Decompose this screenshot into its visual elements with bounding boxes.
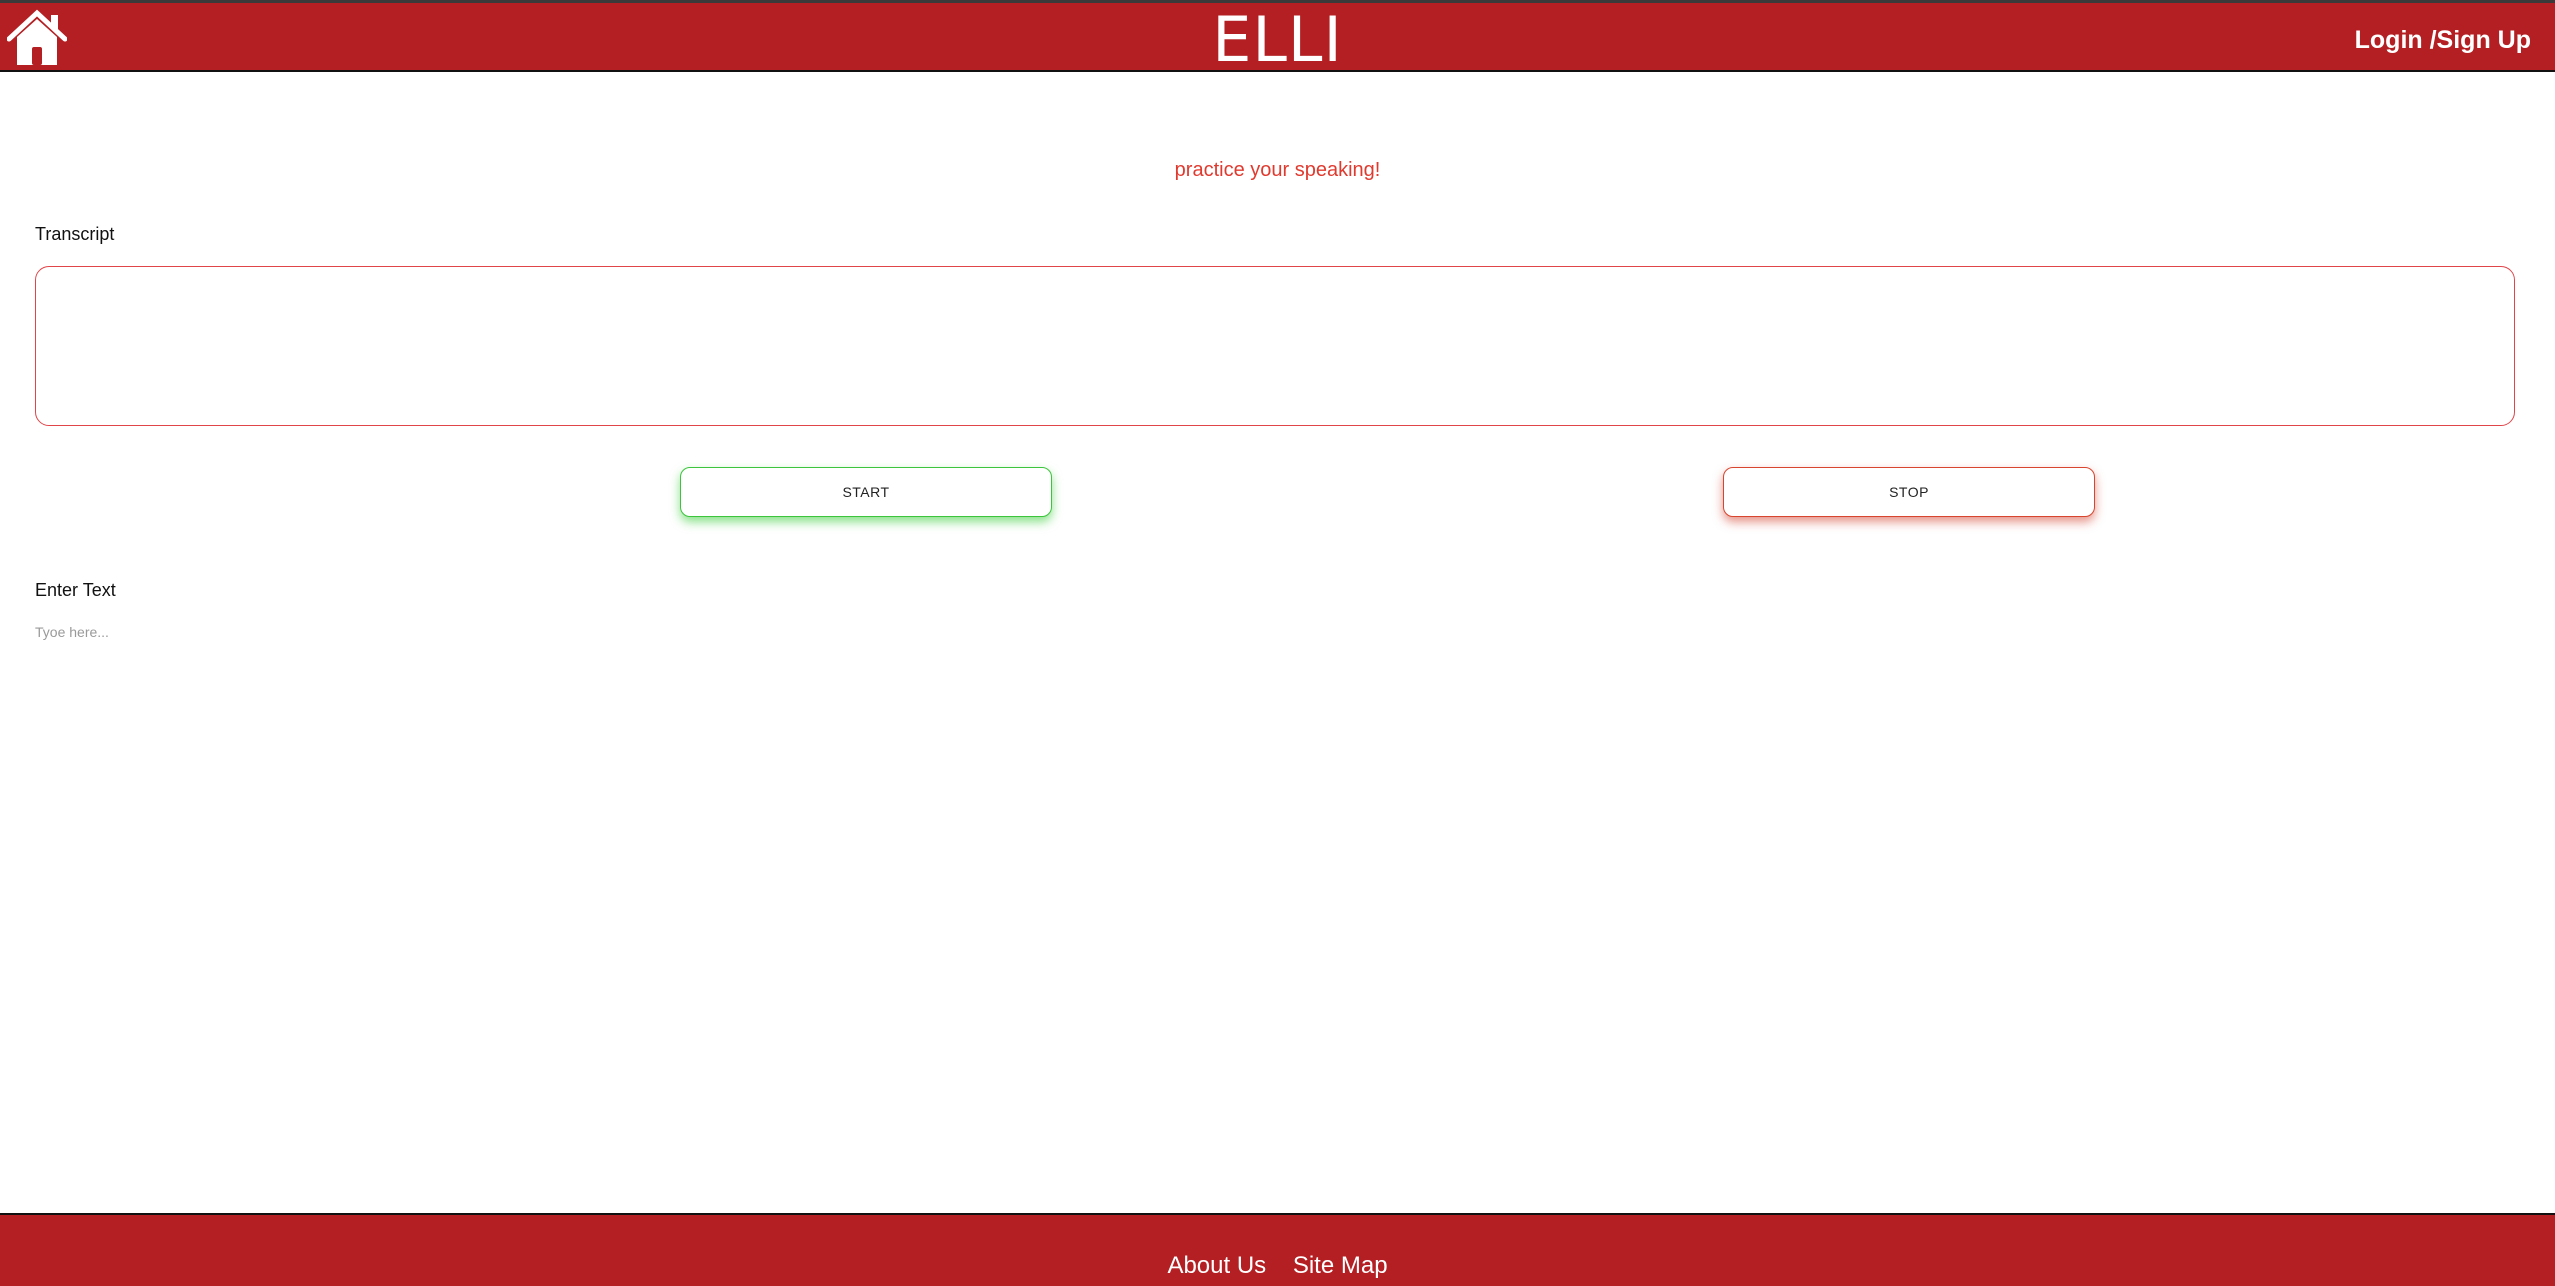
top-navbar: ELLI Login /Sign Up [0,0,2555,76]
page-tagline: practice your speaking! [1174,159,1381,181]
login-signup-link[interactable]: Login /Sign Up [2355,25,2531,55]
app-title: ELLI [1212,3,1343,76]
about-us-link[interactable]: About Us [1167,1252,1266,1279]
footer: About Us Site Map [0,1213,2555,1286]
site-map-link[interactable]: Site Map [1293,1252,1388,1279]
footer-links: About Us Site Map [0,1251,2555,1281]
enter-text-label: Enter Text [35,580,116,600]
start-button[interactable]: START [680,467,1052,517]
transcript-box[interactable] [35,266,2515,426]
enter-text-input[interactable] [35,620,635,644]
transcript-label: Transcript [35,224,115,244]
stop-button[interactable]: STOP [1723,467,2095,517]
